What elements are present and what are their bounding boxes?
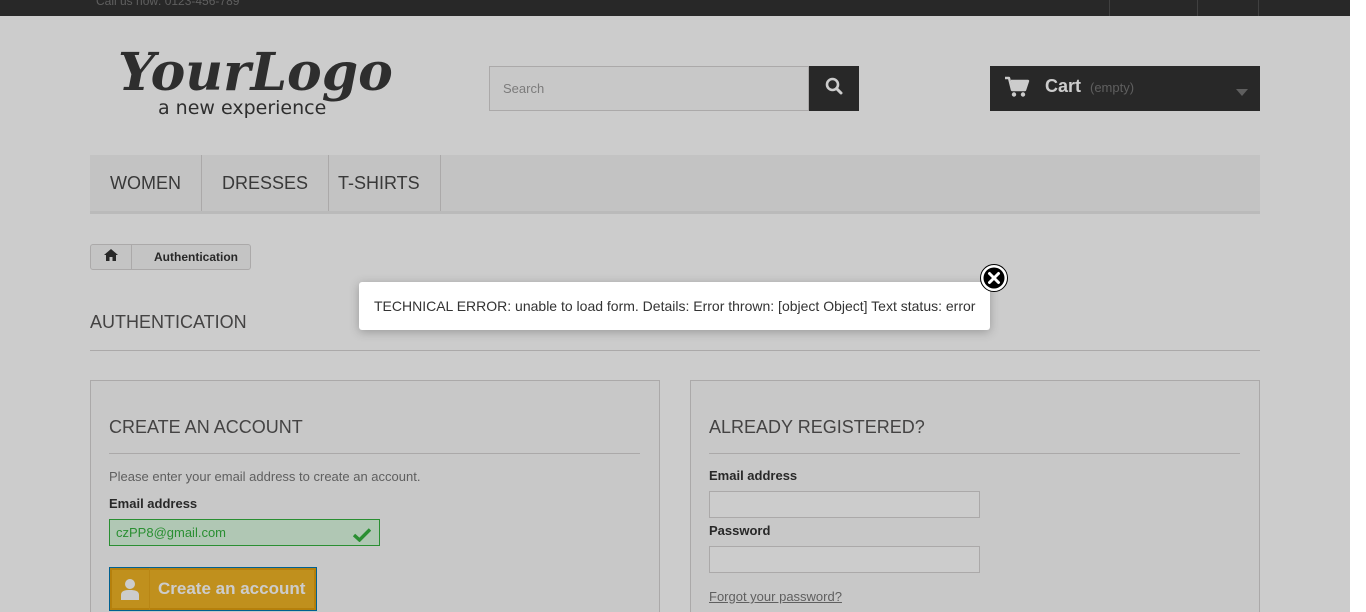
error-message: TECHNICAL ERROR: unable to load form. De… [374, 298, 976, 314]
close-icon[interactable] [979, 263, 1009, 293]
error-modal: TECHNICAL ERROR: unable to load form. De… [359, 282, 990, 330]
